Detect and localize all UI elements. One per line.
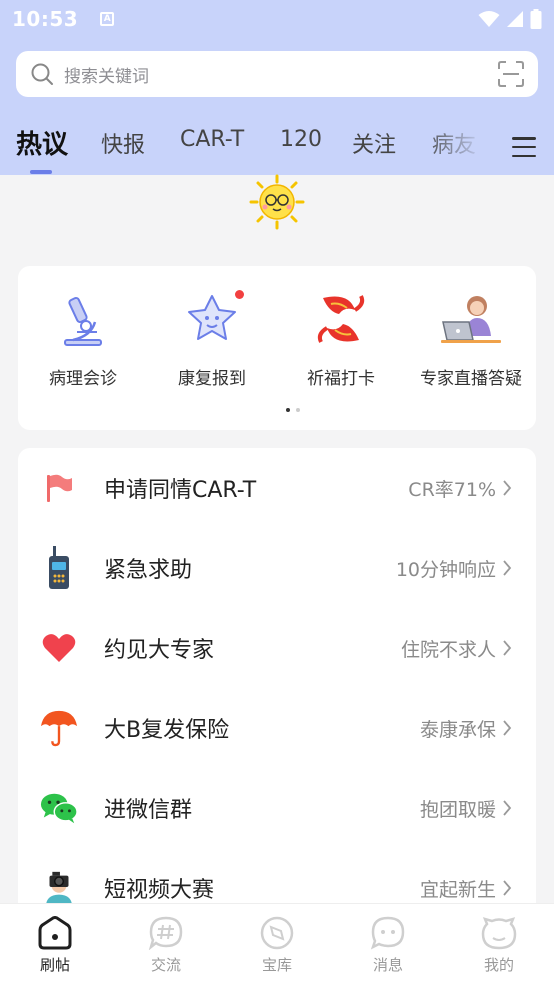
quick-blessing[interactable]: 祈福打卡 — [276, 288, 406, 389]
header: 搜索关键词 热议 快报 CAR-T 120 关注 病友 — [0, 38, 554, 175]
nav-label-discussion: 交流 — [150, 956, 181, 974]
list-item-wechat[interactable]: 进微信群 抱团取暖 — [18, 768, 536, 848]
tab-indicator — [30, 170, 52, 174]
microscope-icon — [64, 296, 102, 346]
walkie-talkie-icon — [49, 546, 69, 589]
list-subtitle: 抱团取暖 — [419, 798, 496, 821]
list-subtitle: 住院不求人 — [400, 638, 496, 661]
quick-pathology[interactable]: 病理会诊 — [18, 288, 148, 389]
list-title: 约见大专家 — [104, 638, 215, 663]
flag-icon — [47, 474, 72, 502]
tab-hot[interactable]: 热议 — [16, 124, 68, 161]
list-title: 进微信群 — [104, 798, 193, 823]
signal-icon — [507, 11, 523, 27]
status-bar: 10:53 A — [0, 0, 554, 38]
nav-label-profile: 我的 — [483, 956, 514, 974]
chevron-right-icon — [503, 880, 512, 896]
notification-icon: A — [100, 12, 115, 26]
list-title: 紧急求助 — [104, 558, 193, 583]
new-badge-dot — [235, 290, 244, 299]
list-item-emergency[interactable]: 紧急求助 10分钟响应 — [18, 528, 536, 608]
umbrella-icon — [40, 710, 78, 747]
home-icon — [38, 916, 72, 950]
compass-icon — [260, 916, 294, 950]
chevron-right-icon — [503, 560, 512, 576]
quick-actions-card: 病理会诊 康复报到 祈福打卡 专家直播答疑 — [18, 266, 536, 430]
search-placeholder: 搜索关键词 — [64, 66, 149, 87]
carousel-pager — [286, 408, 300, 412]
nav-label-library: 宝库 — [261, 956, 292, 974]
quick-label-pathology: 病理会诊 — [49, 369, 117, 389]
nav-messages[interactable]: 消息 — [333, 916, 443, 975]
scan-icon[interactable] — [498, 61, 524, 87]
tab-car-t[interactable]: CAR-T — [180, 127, 244, 152]
koi-fish-icon — [317, 295, 365, 343]
battery-icon — [530, 9, 542, 29]
tab-follow[interactable]: 关注 — [352, 127, 396, 159]
feature-list-card: 申请同情CAR-T CR率71% 紧急求助 10分钟响应 约见大专家 住院不求人 — [18, 448, 536, 918]
profile-icon — [481, 917, 517, 950]
wechat-icon — [40, 793, 78, 824]
list-subtitle: CR率71% — [408, 478, 496, 501]
quick-label-recovery: 康复报到 — [178, 369, 246, 389]
list-title: 大B复发保险 — [104, 718, 230, 743]
list-title: 短视频大赛 — [104, 878, 215, 903]
heart-icon — [42, 634, 76, 662]
chevron-right-icon — [503, 800, 512, 816]
quick-live-qa[interactable]: 专家直播答疑 — [406, 288, 536, 389]
chat-bubble-icon — [370, 916, 405, 950]
list-subtitle: 宜起新生 — [419, 878, 496, 901]
nav-profile[interactable]: 我的 — [444, 916, 554, 975]
search-bar[interactable]: 搜索关键词 — [16, 51, 538, 97]
sun-mascot-icon — [249, 174, 305, 230]
quick-label-live-qa: 专家直播答疑 — [420, 369, 522, 389]
wifi-icon — [478, 11, 500, 27]
status-time: 10:53 — [12, 7, 79, 31]
nav-library[interactable]: 宝库 — [222, 916, 332, 975]
nav-label-feed: 刷帖 — [39, 956, 70, 974]
list-item-insurance[interactable]: 大B复发保险 泰康承保 — [18, 688, 536, 768]
bottom-nav: 刷帖 交流 宝库 消息 我的 — [0, 903, 554, 984]
pager-dot — [296, 408, 300, 412]
tab-bar: 热议 快报 CAR-T 120 关注 病友 — [0, 123, 554, 175]
tab-120[interactable]: 120 — [280, 127, 322, 152]
nav-discussion[interactable]: 交流 — [111, 916, 221, 975]
list-item-expert[interactable]: 约见大专家 住院不求人 — [18, 608, 536, 688]
star-face-icon — [188, 295, 236, 340]
hash-bubble-icon — [148, 916, 183, 950]
quick-label-blessing: 祈福打卡 — [307, 369, 375, 389]
search-icon — [31, 63, 53, 85]
list-item-car-t[interactable]: 申请同情CAR-T CR率71% — [18, 448, 536, 528]
chevron-right-icon — [503, 720, 512, 736]
nav-feed[interactable]: 刷帖 — [0, 916, 110, 975]
chevron-right-icon — [503, 480, 512, 496]
pager-dot-active — [286, 408, 290, 412]
tab-fade — [420, 123, 500, 175]
nav-label-messages: 消息 — [372, 956, 403, 974]
quick-recovery[interactable]: 康复报到 — [147, 288, 277, 389]
list-subtitle: 10分钟响应 — [395, 558, 496, 581]
chevron-right-icon — [503, 640, 512, 656]
status-indicators — [478, 9, 542, 29]
list-subtitle: 泰康承保 — [419, 718, 496, 741]
tab-news[interactable]: 快报 — [101, 127, 145, 159]
doctor-laptop-icon — [441, 296, 501, 343]
star-face-icon-wrap — [180, 288, 244, 350]
menu-icon[interactable] — [512, 137, 536, 157]
list-title: 申请同情CAR-T — [104, 478, 257, 503]
